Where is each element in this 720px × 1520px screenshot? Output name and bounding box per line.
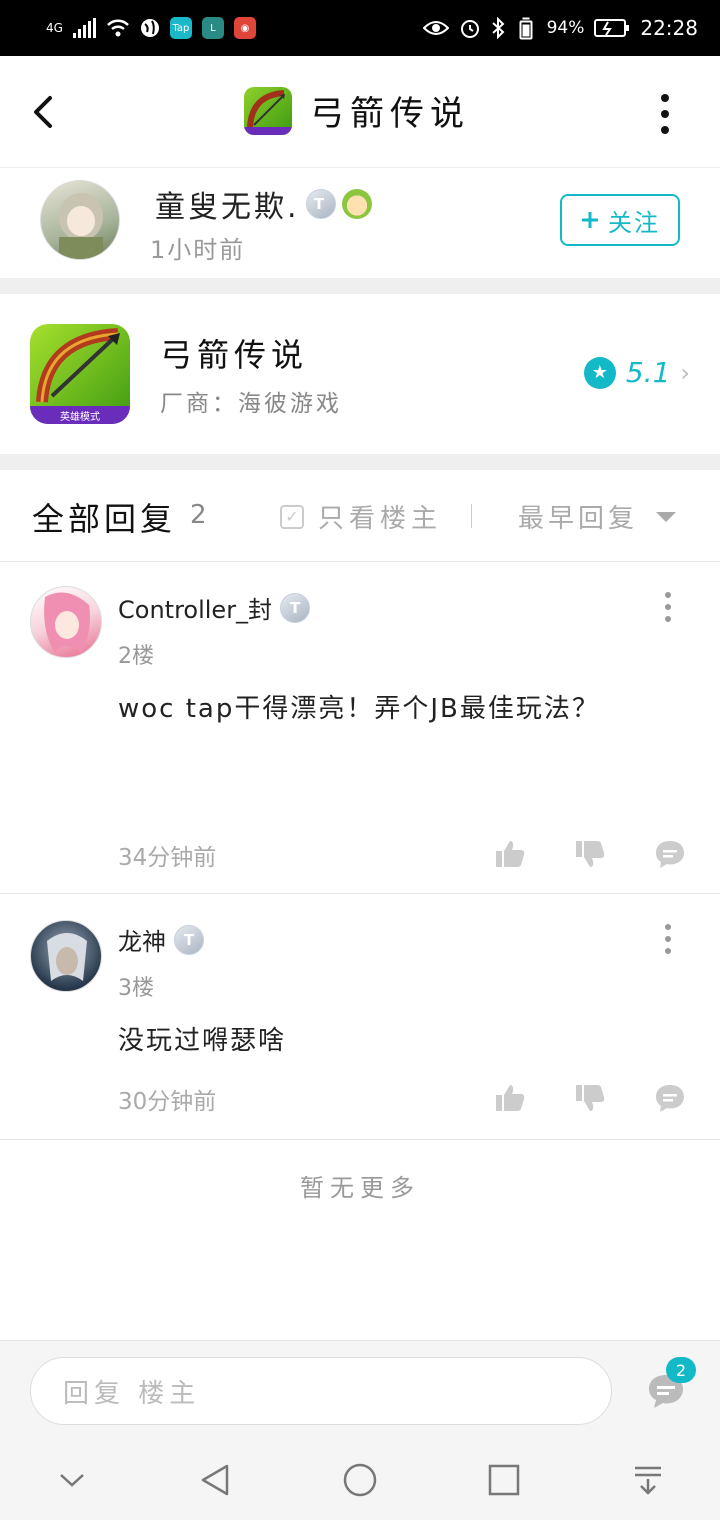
pull-down-icon — [635, 1466, 661, 1495]
star-icon: ★ — [583, 356, 616, 389]
game-logo-icon: 英雄模式 — [30, 324, 130, 424]
only-op-toggle[interactable]: ✓ 只看楼主 — [280, 498, 442, 535]
only-op-label: 只看楼主 — [318, 504, 443, 534]
chevron-left-icon — [34, 96, 52, 128]
follow-label: 关注 — [608, 208, 660, 237]
more-options-button[interactable] — [650, 94, 680, 134]
sort-dropdown[interactable]: 最早回复 — [518, 498, 677, 535]
tap-app-icon: Tap — [169, 17, 192, 39]
sort-label: 最早回复 — [518, 504, 639, 534]
comment-count-badge: 2 — [666, 1357, 696, 1383]
thumbs-down-icon[interactable] — [574, 1082, 606, 1114]
header-separator — [471, 504, 472, 528]
back-button[interactable] — [24, 90, 64, 134]
circle-home-icon — [343, 1463, 377, 1497]
post-time: 1小时前 — [150, 236, 246, 264]
game-name: 弓箭传说 — [160, 336, 309, 374]
chevron-down-icon — [60, 1474, 84, 1487]
game-rating[interactable]: ★ 5.1 › — [583, 356, 690, 389]
plus-icon — [582, 212, 598, 228]
comment-more-button[interactable] — [660, 924, 676, 954]
rating-value: 5.1 — [625, 356, 671, 389]
square-recents-icon — [488, 1464, 520, 1496]
comment-avatar[interactable] — [30, 586, 102, 658]
notification-pulldown-button[interactable] — [628, 1460, 668, 1500]
l-app-icon: L — [201, 17, 224, 39]
comment-more-button[interactable] — [660, 592, 676, 622]
title-group: 弓箭传说 — [244, 86, 470, 135]
comment-item: 龙神 T 3楼 没玩过嘚瑟啥 30分钟前 — [0, 894, 720, 1140]
game-card[interactable]: 英雄模式 弓箭传说 厂商：海彼游戏 ★ 5.1 › — [0, 294, 720, 454]
thumbs-up-icon[interactable] — [494, 1082, 526, 1114]
clock-time: 22:28 — [640, 16, 698, 40]
tap-level-badge: T — [280, 592, 311, 623]
comment-username[interactable]: Controller_封 — [118, 590, 272, 625]
globe-icon — [140, 19, 159, 37]
top-nav-bar: 弓箭传说 — [0, 56, 720, 168]
system-nav-bar — [0, 1440, 720, 1520]
tap-level-badge: T — [174, 924, 204, 955]
caret-down-icon — [656, 511, 677, 522]
comment-text: 没玩过嘚瑟啥 — [118, 1026, 287, 1056]
game-logo-small-icon — [244, 86, 292, 135]
wifi-icon — [107, 19, 129, 37]
author-avatar[interactable] — [40, 180, 120, 260]
comment-floor: 2楼 — [118, 644, 154, 669]
more-vertical-icon — [661, 94, 669, 102]
triangle-back-icon — [201, 1464, 229, 1496]
more-vertical-icon — [665, 592, 671, 598]
comment-item: Controller_封 T 2楼 woc tap干得漂亮！弄个JB最佳玩法？ … — [0, 562, 720, 894]
replies-count: 2 — [190, 500, 207, 530]
comment-time: 34分钟前 — [118, 845, 217, 871]
hide-nav-button[interactable] — [52, 1460, 92, 1500]
comment-time: 30分钟前 — [118, 1089, 217, 1115]
comment-actions — [494, 838, 686, 870]
comment-avatar[interactable] — [30, 920, 102, 992]
status-right: 94% 22:28 — [422, 16, 698, 40]
follow-button[interactable]: 关注 — [560, 194, 680, 246]
author-name-group: 童叟无欺. T — [155, 182, 372, 226]
checkbox-icon[interactable]: ✓ — [280, 504, 304, 529]
comment-text: woc tap干得漂亮！弄个JB最佳玩法？ — [118, 694, 600, 724]
author-name[interactable]: 童叟无欺. — [155, 182, 300, 226]
comment-bubble-icon[interactable] — [654, 1082, 686, 1114]
page-title: 弓箭传说 — [310, 94, 470, 134]
no-more-label: 暂无更多 — [300, 1174, 420, 1202]
red-app-icon: ◉ — [233, 17, 256, 39]
thumbs-down-icon[interactable] — [574, 838, 606, 870]
system-back-button[interactable] — [196, 1460, 236, 1500]
comment-actions — [494, 1082, 686, 1114]
comment-user-group: Controller_封 T — [118, 590, 311, 625]
status-left: 4G Tap L ◉ — [46, 17, 256, 39]
battery-percent: 94% — [546, 18, 585, 38]
game-mode-tag: 英雄模式 — [30, 406, 130, 424]
comment-bubble-icon[interactable] — [654, 838, 686, 870]
section-divider — [0, 454, 720, 470]
reply-input[interactable]: 回复 楼主 — [30, 1357, 612, 1425]
section-divider — [0, 278, 720, 294]
battery-icon — [519, 17, 533, 39]
comment-username[interactable]: 龙神 — [118, 922, 166, 957]
post-author-row: 童叟无欺. T 1小时前 关注 — [0, 168, 720, 278]
alarm-icon — [460, 20, 479, 38]
chevron-right-icon: › — [680, 358, 690, 387]
more-vertical-icon — [665, 924, 671, 930]
system-home-button[interactable] — [340, 1460, 380, 1500]
thumbs-up-icon[interactable] — [494, 838, 526, 870]
charging-icon — [594, 19, 630, 37]
status-bar: 4G Tap L ◉ 94% 22:28 — [0, 0, 720, 56]
replies-header: 全部回复 2 ✓ 只看楼主 最早回复 — [0, 470, 720, 562]
game-developer: 厂商：海彼游戏 — [160, 391, 342, 417]
bluetooth-icon — [491, 17, 505, 39]
tap-level-badge: T — [305, 189, 336, 219]
system-recents-button[interactable] — [484, 1460, 524, 1500]
comment-user-group: 龙神 T — [118, 922, 204, 957]
eye-icon — [422, 21, 449, 35]
reply-input-bar: 回复 楼主 2 — [0, 1340, 720, 1440]
avatar-frame-badge-icon — [341, 189, 372, 219]
replies-title: 全部回复 — [32, 500, 177, 538]
network-label: 4G — [46, 21, 63, 35]
comment-floor: 3楼 — [118, 976, 154, 1001]
signal-icon — [72, 18, 96, 38]
